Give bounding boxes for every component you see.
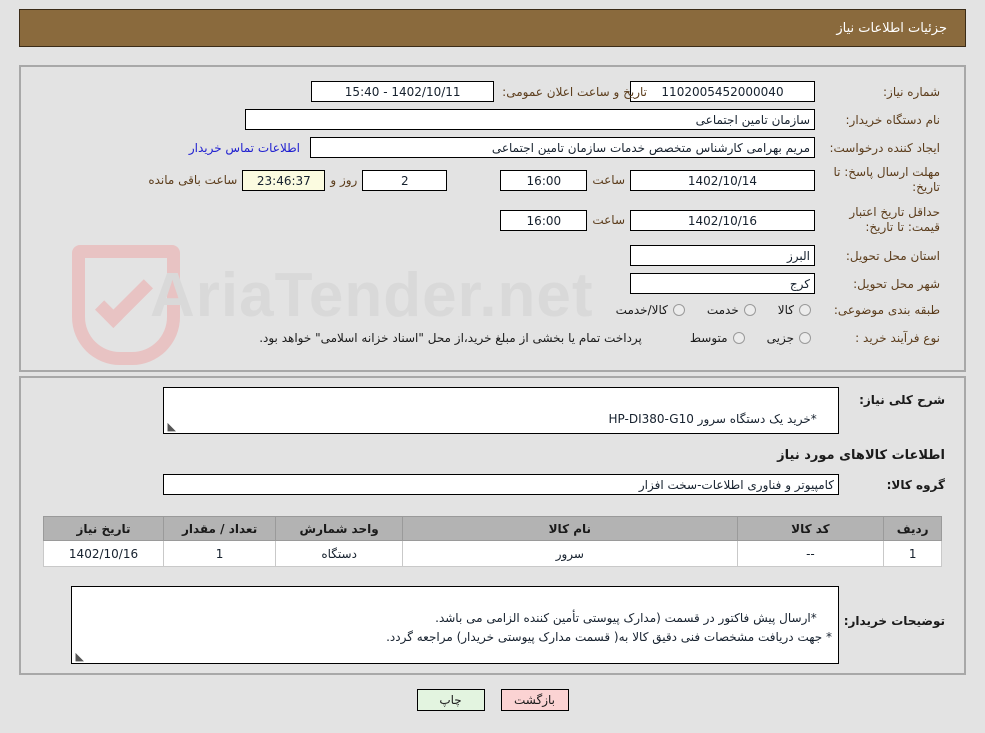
need-number-row: شماره نیاز: 1102005452000040	[630, 81, 940, 102]
cell-radif: 1	[883, 540, 942, 567]
radio-process-jozei[interactable]: جزیی	[767, 331, 811, 345]
delivery-province-row: استان محل تحویل: البرز	[630, 245, 940, 266]
cell-kod-kala: --	[736, 540, 885, 567]
footer-button-bar: بازگشت چاپ	[0, 689, 985, 711]
page-header: جزئیات اطلاعات نیاز	[19, 9, 966, 47]
col-vahed: واحد شمارش	[275, 516, 404, 541]
response-deadline-time-field[interactable]: 16:00	[500, 169, 588, 191]
need-number-field[interactable]: 1102005452000040	[630, 81, 815, 102]
buyer-notes-row: توضیحات خریدار: *ارسال پیش فاکتور در قسم…	[71, 586, 945, 664]
back-button[interactable]: بازگشت	[500, 689, 569, 711]
radio-subject-kala[interactable]: کالا	[778, 303, 811, 317]
buyer-org-label: نام دستگاه خریدار:	[845, 112, 941, 127]
radio-icon[interactable]	[672, 304, 685, 316]
announce-datetime-row: تاریخ و ساعت اعلان عمومی: 1402/10/11 - 1…	[311, 81, 647, 102]
radio-label: خدمت	[706, 303, 739, 317]
buyer-org-field[interactable]: سازمان تامین اجتماعی	[245, 109, 815, 130]
request-creator-label: ایجاد کننده درخواست:	[829, 140, 940, 155]
delivery-city-field[interactable]: کرج	[630, 273, 815, 294]
col-tedad: تعداد / مقدار	[163, 516, 277, 541]
page-title: جزئیات اطلاعات نیاز	[836, 20, 947, 36]
price-validity-time-label: ساعت	[592, 213, 625, 227]
delivery-city-row: شهر محل تحویل: کرج	[630, 273, 940, 294]
announce-datetime-field[interactable]: 1402/10/11 - 15:40	[311, 81, 495, 102]
print-button[interactable]: چاپ	[416, 689, 485, 711]
buyer-notes-label: توضیحات خریدار:	[843, 614, 945, 628]
need-summary-label: شرح کلی نیاز:	[859, 393, 945, 407]
goods-group-row: گروه کالا: کامپیوتر و فناوری اطلاعات-سخت…	[163, 474, 945, 495]
radio-icon[interactable]	[743, 304, 756, 316]
goods-group-label: گروه کالا:	[886, 477, 945, 492]
cell-tarikh-niaz: 1402/10/16	[42, 540, 165, 567]
purchase-process-note: پرداخت تمام یا بخشی از مبلغ خرید،از محل …	[259, 331, 642, 345]
radio-label: کالا	[777, 303, 794, 317]
goods-section-title-row: اطلاعات کالاهای مورد نیاز	[777, 448, 945, 463]
price-validity-label: حداقل تاریخ اعتبار قیمت: تا تاریخ:	[849, 205, 940, 234]
delivery-city-label: شهر محل تحویل:	[853, 276, 940, 291]
response-deadline-time-label: ساعت	[592, 173, 625, 187]
buyer-contact-link[interactable]: اطلاعات تماس خریدار	[189, 141, 300, 155]
radio-subject-kala-khedmat[interactable]: کالا/خدمت	[616, 303, 685, 317]
request-creator-field[interactable]: مریم بهرامی کارشناس متخصص خدمات سازمان ت…	[310, 137, 815, 158]
purchase-process-row: نوع فرآیند خرید : جزیی متوسط پرداخت تمام…	[259, 331, 940, 345]
buyer-org-row: نام دستگاه خریدار: سازمان تامین اجتماعی	[245, 109, 940, 130]
purchase-process-label: نوع فرآیند خرید :	[855, 331, 940, 345]
response-deadline-date-field[interactable]: 1402/10/14	[630, 169, 815, 191]
table-row: 1 -- سرور دستگاه 1 1402/10/16	[42, 540, 942, 567]
radio-subject-khedmat[interactable]: خدمت	[707, 303, 756, 317]
col-kod-kala: کد کالا	[736, 516, 885, 541]
countdown-timer-field: 23:46:37	[242, 169, 326, 191]
price-validity-time-field[interactable]: 16:00	[500, 209, 588, 231]
table-header-row: ردیف کد کالا نام کالا واحد شمارش تعداد /…	[42, 516, 942, 541]
delivery-province-label: استان محل تحویل:	[845, 248, 940, 263]
radio-label: متوسط	[689, 331, 728, 345]
cell-vahed: دستگاه	[275, 540, 404, 567]
countdown-suffix-label: ساعت باقی مانده	[148, 173, 238, 187]
need-number-label: شماره نیاز:	[883, 84, 940, 99]
radio-icon[interactable]	[799, 304, 811, 316]
resize-grip-icon[interactable]: ◣	[74, 651, 84, 662]
radio-icon[interactable]	[799, 332, 811, 344]
need-summary-row: شرح کلی نیاز: *خرید یک دستگاه سرور HP-DI…	[163, 387, 945, 434]
items-table: ردیف کد کالا نام کالا واحد شمارش تعداد /…	[42, 516, 942, 567]
delivery-province-field[interactable]: البرز	[630, 245, 815, 266]
subject-category-row: طبقه بندی موضوعی: کالا خدمت کالا/خدمت	[594, 303, 940, 317]
radio-label: جزیی	[766, 331, 794, 345]
subject-category-label: طبقه بندی موضوعی:	[833, 303, 940, 317]
cell-nam-kala: سرور	[402, 540, 738, 567]
need-summary-text: *خرید یک دستگاه سرور HP-DI380-G10	[608, 412, 817, 426]
resize-grip-icon[interactable]: ◣	[166, 421, 176, 432]
radio-process-motevaset[interactable]: متوسط	[690, 331, 745, 345]
need-summary-textarea[interactable]: *خرید یک دستگاه سرور HP-DI380-G10 ◣	[163, 387, 839, 434]
remaining-days-label: روز و	[330, 173, 358, 187]
col-radif: ردیف	[883, 516, 942, 541]
radio-label: کالا/خدمت	[615, 303, 668, 317]
cell-tedad: 1	[163, 540, 277, 567]
goods-section-title: اطلاعات کالاهای مورد نیاز	[777, 448, 945, 463]
col-tarikh-niaz: تاریخ نیاز	[42, 516, 165, 541]
buyer-notes-text: *ارسال پیش فاکتور در قسمت (مدارک پیوستی …	[386, 611, 832, 644]
response-deadline-label: مهلت ارسال پاسخ: تا تاریخ:	[833, 165, 940, 194]
announce-datetime-label: تاریخ و ساعت اعلان عمومی:	[502, 84, 647, 99]
response-deadline-row: مهلت ارسال پاسخ: تا تاریخ: 1402/10/14 سا…	[143, 165, 940, 195]
radio-icon[interactable]	[732, 332, 745, 344]
remaining-days-field[interactable]: 2	[362, 169, 448, 191]
col-nam-kala: نام کالا	[402, 516, 738, 541]
goods-group-field[interactable]: کامپیوتر و فناوری اطلاعات-سخت افزار	[163, 474, 839, 495]
request-creator-row: ایجاد کننده درخواست: مریم بهرامی کارشناس…	[189, 137, 940, 158]
price-validity-row: حداقل تاریخ اعتبار قیمت: تا تاریخ: 1402/…	[500, 205, 940, 235]
buyer-notes-textarea[interactable]: *ارسال پیش فاکتور در قسمت (مدارک پیوستی …	[71, 586, 839, 664]
price-validity-date-field[interactable]: 1402/10/16	[630, 209, 815, 231]
